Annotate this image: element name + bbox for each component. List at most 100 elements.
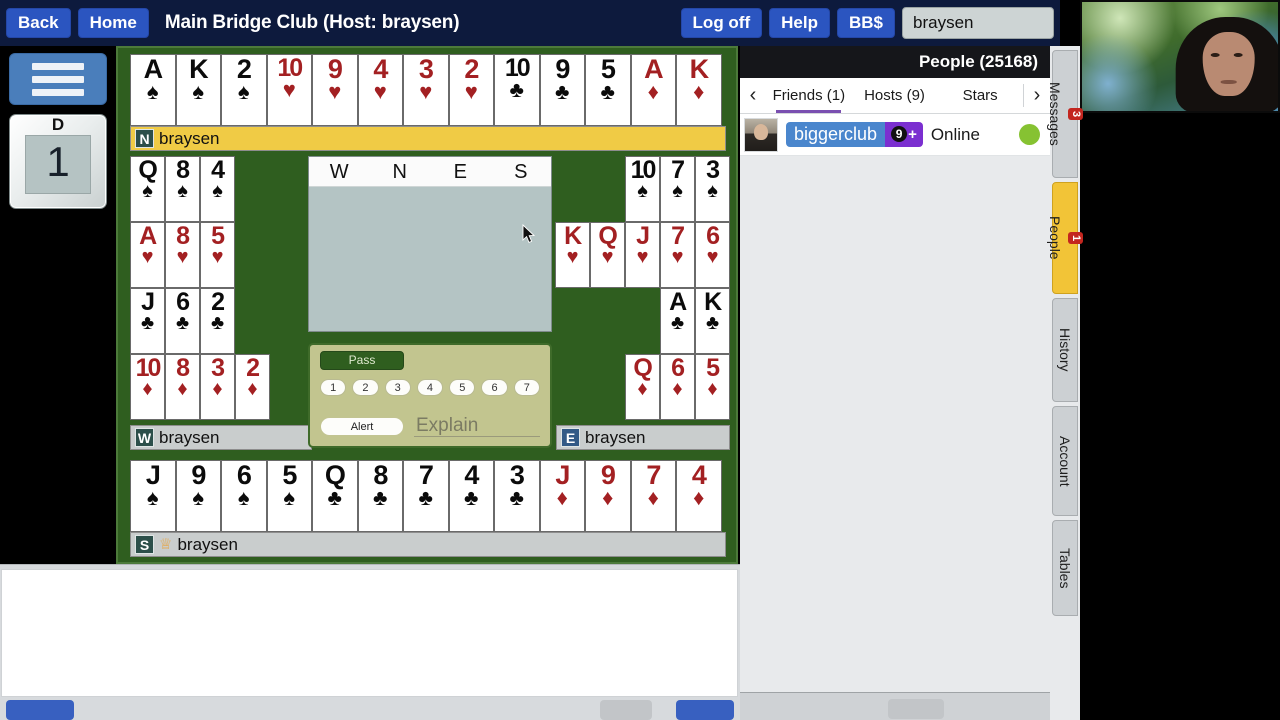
playing-card[interactable]: 6♣	[165, 288, 200, 354]
east-cards[interactable]: 10♠7♠3♠ K♥Q♥J♥7♥6♥A♣K♣ Q♦6♦5♦	[550, 156, 730, 420]
vtab-people[interactable]: People1	[1052, 182, 1078, 294]
pass-button[interactable]: Pass	[320, 351, 404, 370]
friend-name-chip[interactable]: biggerclub 9+	[786, 122, 923, 148]
playing-card[interactable]: A♦	[631, 54, 677, 126]
playing-card[interactable]: 7♦	[631, 460, 677, 532]
bid-level-7[interactable]: 7	[514, 379, 540, 396]
bid-level-3[interactable]: 3	[385, 379, 411, 396]
north-cards[interactable]: A♠K♠2♠10♥9♥4♥3♥2♥10♣9♣5♣A♦K♦	[130, 54, 726, 126]
lower-primary-button[interactable]	[6, 700, 74, 720]
username-field[interactable]: braysen	[902, 7, 1054, 39]
vtab-account[interactable]: Account	[1052, 406, 1078, 516]
playing-card[interactable]: 2♦	[235, 354, 270, 420]
lower-secondary-button[interactable]	[600, 700, 652, 720]
playing-card[interactable]: 8♦	[165, 354, 200, 420]
vtab-history[interactable]: History	[1052, 298, 1078, 402]
playing-card[interactable]: 4♥	[358, 54, 404, 126]
playing-card[interactable]: 6♦	[660, 354, 695, 420]
playing-card[interactable]: A♠	[130, 54, 176, 126]
south-cards[interactable]: J♠9♠6♠5♠Q♣8♣7♣4♣3♣J♦9♦7♦4♦	[130, 460, 726, 532]
card-suit-icon: ♥	[567, 248, 579, 266]
east-namebar[interactable]: E braysen	[556, 425, 730, 450]
playing-card[interactable]: K♦	[676, 54, 722, 126]
vtab-messages[interactable]: Messages3	[1052, 50, 1078, 178]
home-button[interactable]: Home	[78, 8, 149, 38]
playing-card[interactable]: 3♣	[494, 460, 540, 532]
playing-card[interactable]: K♥	[555, 222, 590, 288]
bid-level-4[interactable]: 4	[417, 379, 443, 396]
bbs-button[interactable]: BB$	[837, 8, 895, 38]
page-title: Main Bridge Club (Host: braysen)	[165, 12, 459, 34]
playing-card[interactable]: 8♥	[165, 222, 200, 288]
card-suit-icon: ♠	[192, 82, 204, 102]
playing-card[interactable]: K♣	[695, 288, 730, 354]
playing-card[interactable]: 4♦	[676, 460, 722, 532]
playing-card[interactable]: 6♠	[221, 460, 267, 532]
playing-card[interactable]: J♦	[540, 460, 586, 532]
playing-card[interactable]: 5♠	[267, 460, 313, 532]
playing-card[interactable]: Q♣	[312, 460, 358, 532]
playing-card[interactable]: 3♦	[200, 354, 235, 420]
playing-card[interactable]: 4♠	[200, 156, 235, 222]
tab-friends[interactable]: Friends (1)	[766, 78, 852, 113]
help-button[interactable]: Help	[769, 8, 830, 38]
tab-stars[interactable]: Stars	[937, 78, 1023, 113]
vtab-tables[interactable]: Tables	[1052, 520, 1078, 616]
explain-input[interactable]: Explain	[414, 416, 540, 437]
playing-card[interactable]: 9♣	[540, 54, 586, 126]
playing-card[interactable]: Q♦	[625, 354, 660, 420]
playing-card[interactable]: 9♥	[312, 54, 358, 126]
alert-button[interactable]: Alert	[320, 417, 404, 436]
lower-confirm-button[interactable]	[676, 700, 734, 720]
chevron-left-icon[interactable]: ‹	[740, 78, 766, 113]
people-footer-button[interactable]	[888, 699, 944, 719]
playing-card[interactable]: 7♣	[403, 460, 449, 532]
webcam-video[interactable]	[1080, 0, 1280, 113]
south-namebar[interactable]: S ♕ braysen	[130, 532, 726, 557]
playing-card[interactable]: J♣	[130, 288, 165, 354]
playing-card[interactable]: 5♦	[695, 354, 730, 420]
playing-card[interactable]: 10♦	[130, 354, 165, 420]
tab-hosts[interactable]: Hosts (9)	[852, 78, 938, 113]
bid-level-1[interactable]: 1	[320, 379, 346, 396]
playing-card[interactable]: A♣	[660, 288, 695, 354]
card-suit-icon: ♣	[555, 82, 569, 102]
playing-card[interactable]: 6♥	[695, 222, 730, 288]
playing-card[interactable]: 2♥	[449, 54, 495, 126]
playing-card[interactable]: J♥	[625, 222, 660, 288]
playing-card[interactable]: 10♥	[267, 54, 313, 126]
playing-card[interactable]: 8♠	[165, 156, 200, 222]
playing-card[interactable]: 2♣	[200, 288, 235, 354]
west-namebar[interactable]: W braysen	[130, 425, 312, 450]
playing-card[interactable]: 9♦	[585, 460, 631, 532]
playing-card[interactable]: 7♥	[660, 222, 695, 288]
table-indicator[interactable]: D 1	[9, 114, 107, 209]
playing-card[interactable]: 8♣	[358, 460, 404, 532]
west-cards[interactable]: Q♠8♠4♠ A♥8♥5♥ J♣6♣2♣ 10♦8♦3♦2♦	[130, 156, 310, 420]
playing-card[interactable]: 7♠	[660, 156, 695, 222]
north-namebar[interactable]: N braysen	[130, 126, 726, 151]
bid-level-5[interactable]: 5	[449, 379, 475, 396]
playing-card[interactable]: 3♠	[695, 156, 730, 222]
playing-card[interactable]: A♥	[130, 222, 165, 288]
logoff-button[interactable]: Log off	[681, 8, 763, 38]
playing-card[interactable]: 5♥	[200, 222, 235, 288]
playing-card[interactable]: 5♣	[585, 54, 631, 126]
playing-card[interactable]: 9♠	[176, 460, 222, 532]
list-item[interactable]: biggerclub 9+ Online	[740, 114, 1050, 156]
vtab-label: People	[1047, 216, 1063, 260]
card-suit-icon: ♠	[238, 488, 250, 508]
playing-card[interactable]: 10♠	[625, 156, 660, 222]
playing-card[interactable]: 4♣	[449, 460, 495, 532]
playing-card[interactable]: 3♥	[403, 54, 449, 126]
back-button[interactable]: Back	[6, 8, 71, 38]
bid-level-2[interactable]: 2	[352, 379, 378, 396]
playing-card[interactable]: 2♠	[221, 54, 267, 126]
hamburger-menu-icon[interactable]	[9, 53, 107, 105]
playing-card[interactable]: Q♥	[590, 222, 625, 288]
playing-card[interactable]: K♠	[176, 54, 222, 126]
playing-card[interactable]: J♠	[130, 460, 176, 532]
playing-card[interactable]: 10♣	[494, 54, 540, 126]
playing-card[interactable]: Q♠	[130, 156, 165, 222]
bid-level-6[interactable]: 6	[481, 379, 507, 396]
